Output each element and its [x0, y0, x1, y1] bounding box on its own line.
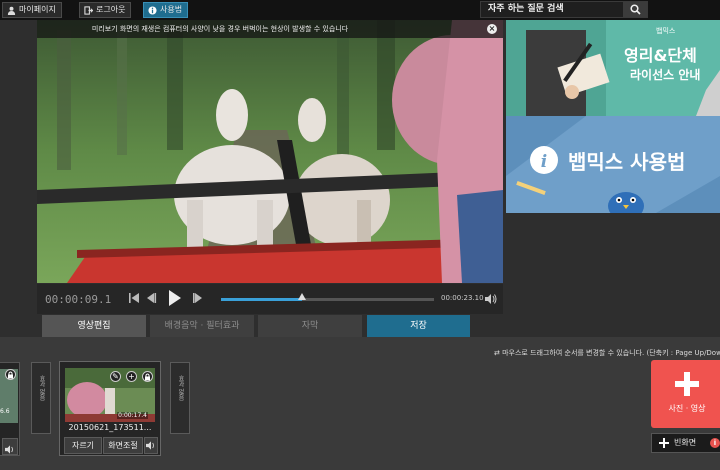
license-banner-title: 영리&단체 [624, 46, 697, 65]
app-window: 마이페이지 로그아웃 사용법 자주 하는 질문 검색 미리보기 화면의 재생은 … [0, 0, 720, 470]
play-icon[interactable] [168, 290, 182, 306]
howto-button[interactable]: 사용법 [143, 2, 189, 18]
seek-bar-fill [221, 298, 302, 301]
filter-icon[interactable]: ✎ [110, 371, 121, 382]
lock-icon[interactable] [5, 369, 16, 380]
search-icon [629, 4, 641, 15]
tab-video-edit[interactable]: 영상편집 [42, 315, 146, 337]
info-icon [148, 5, 157, 15]
howto-label: 사용법 [160, 5, 183, 14]
howto-banner-title: 뱁믹스 사용법 [568, 150, 686, 174]
clip-thumbnail: ✎ + 0:00:17.4 [65, 368, 155, 422]
trim-button[interactable]: 자르기 [64, 437, 102, 454]
tab-subtitle[interactable]: 자막 [258, 315, 362, 337]
logout-button[interactable]: 로그아웃 [79, 2, 132, 18]
volume-icon[interactable] [485, 294, 497, 304]
timeline-clip[interactable]: ✎ + 0:00:17.4 20150621_173511... 자르기 화면조… [59, 361, 161, 456]
howto-banner[interactable]: i 뱁믹스 사용법 [506, 116, 720, 213]
seek-bar[interactable] [221, 293, 434, 301]
player-controls: 00:00:09.1 00:00:23.10 [37, 284, 503, 314]
step-back-icon[interactable] [145, 292, 157, 304]
transition-slot-1[interactable]: 효과 없음 [31, 362, 51, 434]
add-media-label: 사진 · 영상 [668, 404, 706, 413]
add-blank-screen-button[interactable]: 빈화면 i [651, 433, 720, 453]
license-banner[interactable]: 뱁믹스 영리&단체 라이선스 안내 [506, 20, 720, 116]
skip-start-icon[interactable] [128, 292, 140, 304]
transition-label: 효과 없음 [177, 375, 184, 401]
faq-search-input[interactable]: 자주 하는 질문 검색 [481, 2, 623, 17]
notice-close-button[interactable]: × [487, 24, 497, 34]
screen-adjust-button[interactable]: 화면조절 [103, 437, 143, 454]
blank-screen-label: 빈화면 [674, 438, 697, 447]
license-banner-brand: 뱁믹스 [656, 27, 676, 35]
svg-text:i: i [541, 152, 547, 172]
partial-clip-volume-button[interactable] [2, 438, 18, 455]
add-clip-icon[interactable]: + [126, 371, 137, 382]
volume-icon [5, 445, 13, 454]
tab-save[interactable]: 저장 [367, 315, 470, 337]
clip-filename: 20150621_173511... [68, 423, 152, 432]
clip-duration: 0:00:17.4 [117, 412, 148, 419]
video-preview[interactable]: 미리보기 화면의 재생은 컴퓨터의 사양이 낮을 경우 버벅이는 현상이 발생할… [37, 20, 503, 283]
info-icon[interactable]: i [710, 438, 720, 448]
step-forward-icon[interactable] [192, 292, 204, 304]
search-button[interactable] [623, 2, 647, 17]
current-time: 00:00:09.1 [45, 293, 112, 306]
tab-bgm-filter[interactable]: 배경음악 · 필터효과 [150, 315, 254, 337]
top-bar: 마이페이지 로그아웃 사용법 자주 하는 질문 검색 [0, 0, 720, 20]
faq-search[interactable]: 자주 하는 질문 검색 [480, 1, 648, 18]
video-frame-image [37, 20, 503, 283]
logout-icon [84, 5, 93, 15]
plus-icon [675, 372, 699, 396]
volume-icon [146, 441, 154, 450]
reorder-hint: ⇄ 마우스로 드래그하여 순서를 변경할 수 있습니다. (단축키 : Page… [494, 349, 720, 357]
transition-slot-2[interactable]: 효과 없음 [170, 362, 190, 434]
playback-notice: 미리보기 화면의 재생은 컴퓨터의 사양이 낮을 경우 버벅이는 현상이 발생할… [37, 20, 503, 38]
lock-icon[interactable] [142, 371, 153, 382]
partial-clip-duration: 6.6 [0, 408, 10, 415]
mypage-label: 마이페이지 [19, 5, 56, 14]
logout-label: 로그아웃 [96, 5, 126, 14]
license-banner-subtitle: 라이선스 안내 [630, 68, 701, 82]
add-photo-video-button[interactable]: 사진 · 영상 [651, 360, 720, 428]
plus-icon [659, 438, 669, 448]
transition-label: 효과 없음 [38, 375, 45, 401]
seek-handle[interactable] [297, 293, 306, 300]
user-icon [7, 6, 16, 15]
timeline-clip-partial[interactable]: 6.6 [0, 362, 20, 456]
clip-volume-button[interactable] [144, 437, 158, 454]
duration: 00:00:23.10 [441, 294, 484, 302]
mypage-button[interactable]: 마이페이지 [2, 2, 62, 18]
